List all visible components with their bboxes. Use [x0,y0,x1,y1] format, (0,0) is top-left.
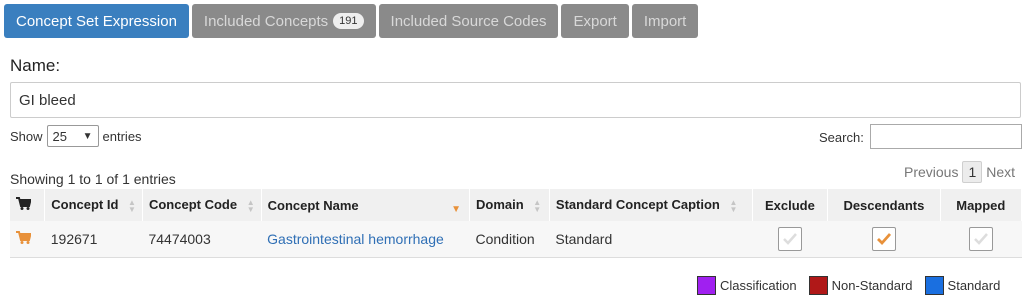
sort-icon: ▲ ▼ [128,197,136,214]
descendants-cell [827,221,941,258]
concept-name-cell: Gastrointestinal hemorrhage [261,221,470,258]
tab-included-concepts[interactable]: Included Concepts 191 [191,4,376,38]
entries-label: entries [102,128,142,144]
sort-icon: ▲ ▼ [533,197,542,214]
legend-item-classification: Classification [697,276,797,295]
sort-icon: ▲ ▼ [729,197,738,214]
check-icon [783,232,797,245]
column-header-concept-id[interactable]: Concept Id ▲ ▼ [44,189,143,221]
column-header-domain[interactable]: Domain ▲ ▼ [469,189,550,221]
legend-swatch [808,276,828,295]
mapped-checkbox[interactable] [968,226,993,251]
exclude-cell [752,221,828,258]
cart-header [10,189,46,221]
search-input[interactable] [870,124,1022,149]
legend-swatch [697,276,716,295]
tab-export[interactable]: Export [561,4,629,38]
sort-desc-icon: ▼ [451,204,461,215]
table-row: 192671 74474003 Gastrointestinal hemorrh… [10,221,1022,258]
previous-button[interactable]: Previous [904,164,958,180]
tab-label: Export [573,12,617,30]
cart-icon [16,197,32,210]
column-header-standard-caption[interactable]: Standard Concept Caption ▲ ▼ [549,189,753,221]
sort-icon: ▲ ▼ [246,197,255,214]
check-icon [973,232,988,245]
show-label: Show [10,128,43,144]
legend: Classification Non-Standard Standard [697,276,1000,295]
standard-caption-cell: Standard [549,221,753,258]
cart-cell [10,221,45,258]
entries-select[interactable]: 25 ▼ [46,125,99,147]
count-badge: 191 [333,13,364,29]
tab-bar: Concept Set Expression Included Concepts… [4,4,699,38]
legend-item-non-standard: Non-Standard [808,276,913,295]
domain-cell: Condition [469,221,550,258]
column-header-concept-name[interactable]: Concept Name ▼ [261,189,470,221]
table-header-row: Concept Id ▲ ▼ Concept Code ▲ ▼ Concept Na… [10,189,1023,221]
page-1-button[interactable]: 1 [962,161,983,183]
tab-import[interactable]: Import [631,4,699,38]
entries-select-value: 25 [52,128,67,144]
concept-table: Concept Id ▲ ▼ Concept Code ▲ ▼ Concept Na… [10,189,1023,258]
column-header-exclude[interactable]: Exclude [752,189,829,221]
concept-code-cell: 74474003 [142,221,262,258]
name-input[interactable] [10,82,1021,118]
concept-name-link[interactable]: Gastrointestinal hemorrhage [267,231,444,247]
tab-label: Concept Set Expression [16,12,177,30]
descendants-checkbox[interactable] [871,226,896,251]
name-label: Name: [10,56,61,75]
pagination: Previous 1 Next [904,161,1015,183]
search-label: Search: [819,130,864,145]
check-icon [876,232,891,245]
legend-item-standard: Standard [924,276,1001,295]
table-info: Showing 1 to 1 of 1 entries [10,171,176,187]
legend-label: Non-Standard [831,278,913,293]
legend-label: Classification [720,278,797,293]
tab-label: Included Source Codes [390,12,547,30]
exclude-checkbox[interactable] [777,226,802,251]
column-header-mapped[interactable]: Mapped [940,189,1023,221]
mapped-cell [940,221,1022,258]
tab-label: Included Concepts [203,12,329,30]
column-header-concept-code[interactable]: Concept Code ▲ ▼ [142,189,262,221]
concept-id-cell: 192671 [44,221,143,258]
legend-swatch [924,276,944,295]
cart-icon[interactable] [16,230,32,244]
entries-length: Show 25 ▼ entries [10,125,142,147]
caret-down-icon: ▼ [82,130,93,142]
tab-concept-set-expression[interactable]: Concept Set Expression [4,4,189,38]
column-header-descendants[interactable]: Descendants [827,189,941,221]
next-button[interactable]: Next [986,164,1015,180]
tab-included-source-codes[interactable]: Included Source Codes [378,4,559,38]
tab-label: Import [643,12,687,30]
legend-label: Standard [947,278,1001,293]
